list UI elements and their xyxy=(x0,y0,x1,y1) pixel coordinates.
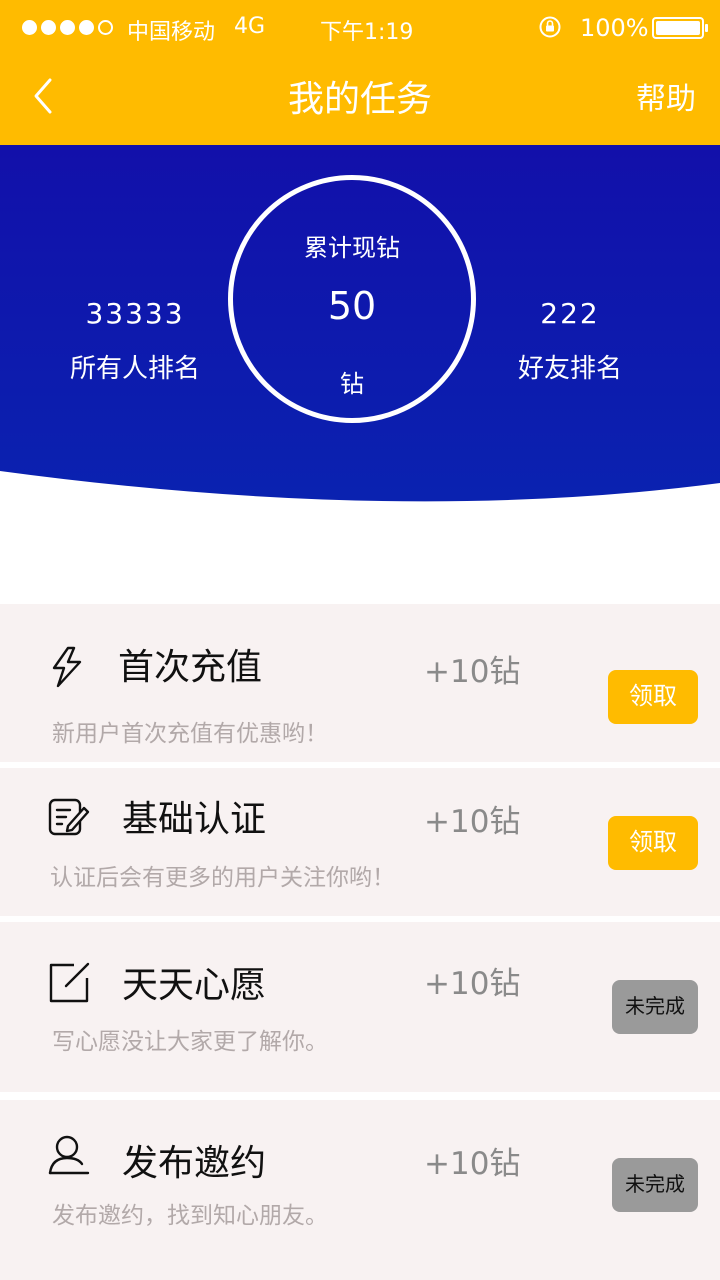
diamond-summary-panel: 33333 所有人排名 累计现钻 50 钻 222 好友排名 xyxy=(0,145,720,545)
total-diamonds-value: 50 xyxy=(327,284,377,328)
battery-icon xyxy=(652,17,708,39)
task-item-daily-wish: 天天心愿 +10钻 写心愿没让大家更了解你。 未完成 xyxy=(0,922,720,1092)
task-reward: +10钻 xyxy=(424,966,521,1002)
edit-document-icon xyxy=(48,798,90,836)
total-diamonds-ring: 累计现钻 50 钻 xyxy=(228,175,476,423)
task-name: 基础认证 xyxy=(122,799,267,840)
user-icon xyxy=(48,1135,90,1175)
task-name: 首次充值 xyxy=(118,647,263,688)
task-description: 新用户首次充值有优惠哟！ xyxy=(52,721,328,747)
signal-strength-icon xyxy=(22,20,113,35)
task-item-basic-verification: 基础认证 +10钻 认证后会有更多的用户关注你哟！ 领取 xyxy=(0,768,720,916)
task-item-first-recharge: 首次充值 +10钻 新用户首次充值有优惠哟！ 领取 xyxy=(0,604,720,762)
friend-rank-value: 222 xyxy=(540,297,600,330)
status-bar: 中国移动 4G 下午1:19 100% xyxy=(0,0,720,56)
incomplete-button[interactable]: 未完成 xyxy=(612,980,698,1034)
task-reward: +10钻 xyxy=(424,654,521,690)
incomplete-button[interactable]: 未完成 xyxy=(612,1158,698,1212)
all-rank-value: 33333 xyxy=(85,297,185,330)
total-diamonds-label: 累计现钻 xyxy=(304,234,400,262)
navigation-bar: 我的任务 帮助 xyxy=(0,56,720,145)
page-title: 我的任务 xyxy=(287,79,432,120)
network-type: 4G xyxy=(234,14,266,39)
claim-button[interactable]: 领取 xyxy=(608,670,698,724)
carrier-name: 中国移动 xyxy=(127,20,216,45)
write-note-icon xyxy=(49,962,90,1003)
task-item-post-invitation: 发布邀约 +10钻 发布邀约，找到知心朋友。 未完成 xyxy=(0,1100,720,1280)
task-description: 发布邀约，找到知心朋友。 xyxy=(52,1203,328,1229)
task-reward: +10钻 xyxy=(424,804,521,840)
task-name: 天天心愿 xyxy=(122,965,267,1006)
lightning-icon xyxy=(52,646,82,688)
all-rank-stat: 33333 所有人排名 xyxy=(50,297,220,385)
rotation-lock-icon xyxy=(539,16,561,38)
task-description: 写心愿没让大家更了解你。 xyxy=(52,1029,328,1055)
all-rank-label: 所有人排名 xyxy=(69,354,200,384)
total-diamonds-unit: 钻 xyxy=(340,370,364,398)
task-description: 认证后会有更多的用户关注你哟！ xyxy=(50,865,395,891)
friend-rank-stat: 222 好友排名 xyxy=(495,297,645,385)
friend-rank-label: 好友排名 xyxy=(517,354,622,384)
task-name: 发布邀约 xyxy=(122,1143,267,1184)
battery-percentage: 100% xyxy=(580,14,649,42)
claim-button[interactable]: 领取 xyxy=(608,816,698,870)
task-reward: +10钻 xyxy=(424,1146,521,1182)
help-button[interactable]: 帮助 xyxy=(636,74,696,118)
status-time: 下午1:19 xyxy=(320,20,414,45)
